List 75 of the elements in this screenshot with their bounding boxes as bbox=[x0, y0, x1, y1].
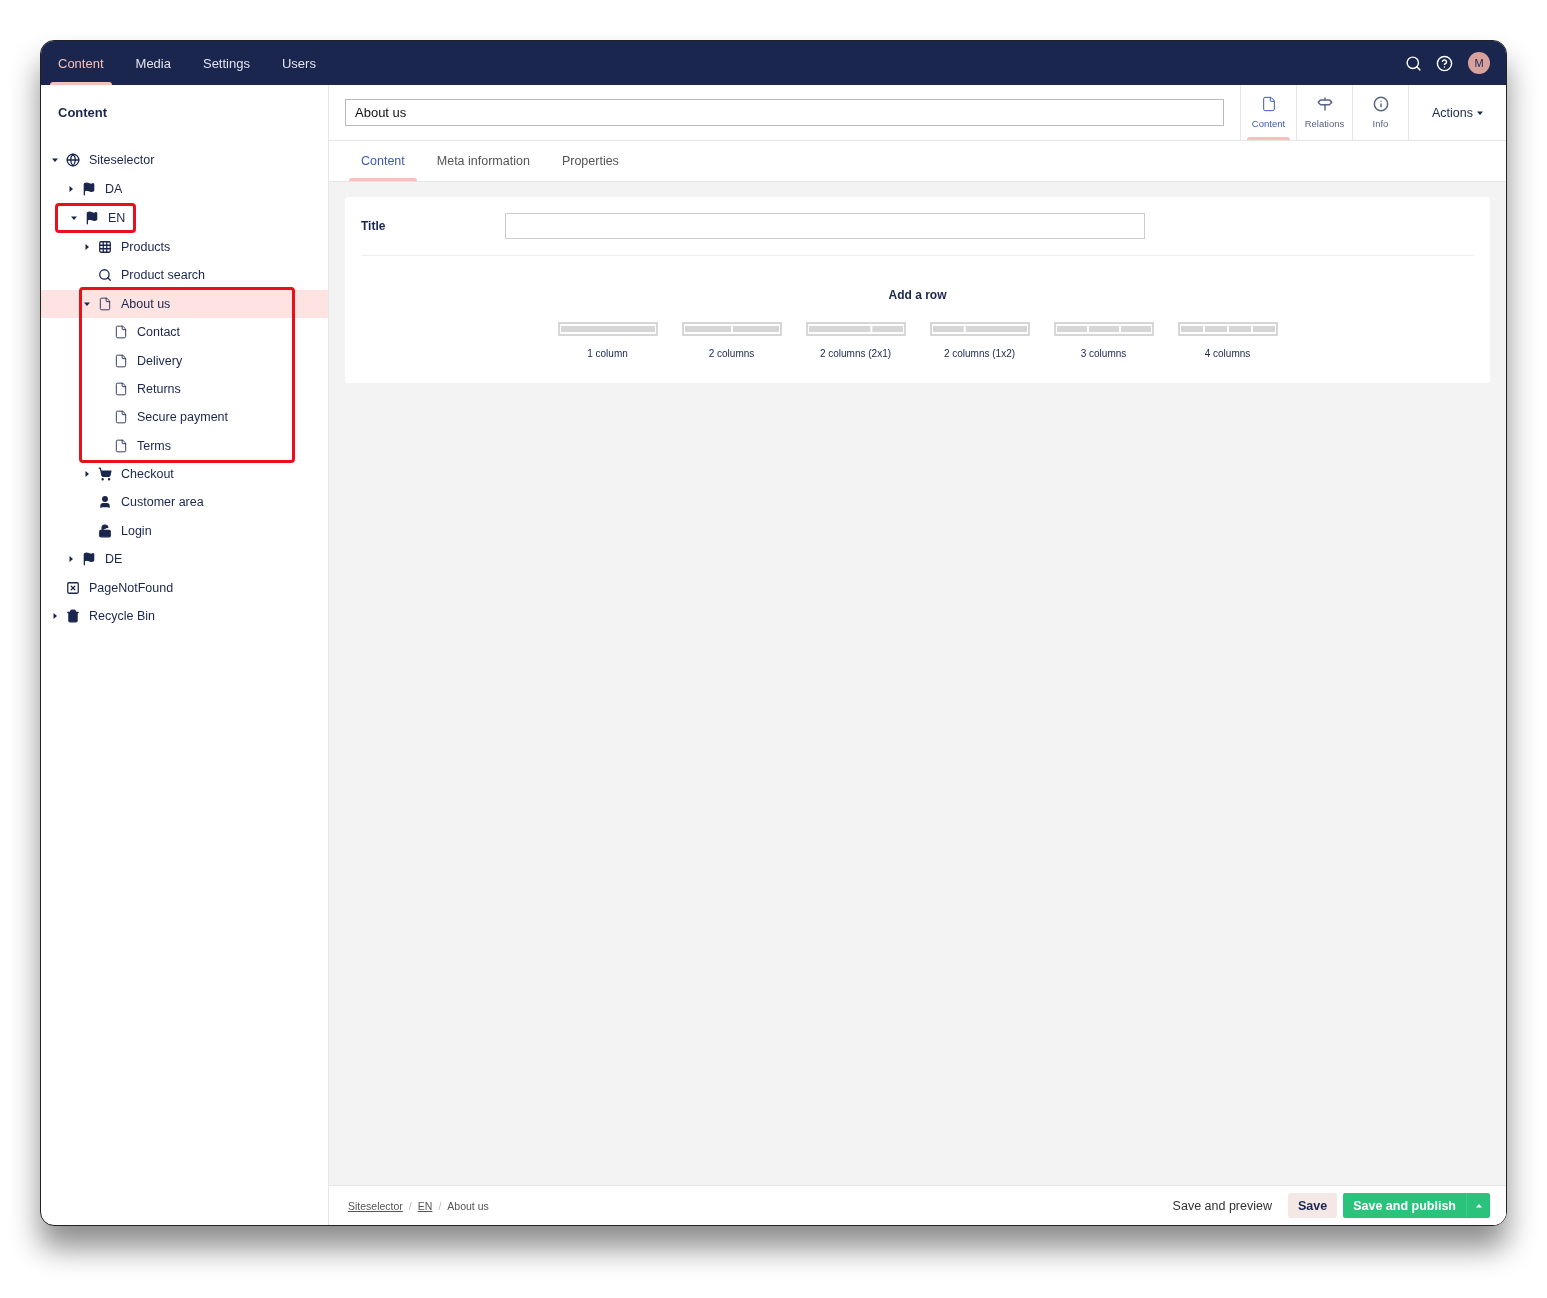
signpost-icon bbox=[1316, 96, 1333, 112]
caret-icon[interactable] bbox=[84, 243, 90, 250]
tree-item[interactable]: Products bbox=[41, 232, 328, 262]
trash-icon bbox=[66, 609, 80, 624]
nav-tab[interactable]: Media bbox=[119, 41, 187, 85]
document-icon bbox=[114, 438, 128, 453]
flag-icon bbox=[82, 181, 96, 196]
caret-icon[interactable] bbox=[52, 613, 58, 620]
breadcrumb-separator: / bbox=[438, 1199, 442, 1212]
save-button[interactable]: Save bbox=[1288, 1193, 1338, 1218]
caret-icon[interactable] bbox=[68, 185, 74, 192]
nav-tab[interactable]: Content bbox=[42, 41, 120, 85]
add-row-title: Add a row bbox=[887, 288, 948, 302]
tree-item[interactable]: PageNotFound bbox=[41, 573, 328, 602]
name-field[interactable]: About us bbox=[345, 99, 1224, 126]
tree-item[interactable]: Contact bbox=[41, 317, 328, 347]
caret-icon[interactable] bbox=[52, 157, 58, 164]
caret-icon[interactable] bbox=[84, 300, 90, 307]
caret-icon[interactable] bbox=[1477, 109, 1483, 116]
tab[interactable]: Meta information bbox=[424, 141, 542, 181]
row-layout-option[interactable]: 1 column bbox=[557, 322, 658, 359]
tree-item[interactable]: Login bbox=[41, 516, 328, 546]
tree-item[interactable]: Terms bbox=[41, 431, 328, 460]
row-layout-option[interactable]: 2 columns (2x1) bbox=[805, 322, 906, 359]
document-icon bbox=[114, 325, 128, 340]
nav-tab[interactable]: Settings bbox=[186, 41, 266, 85]
row-layout-option[interactable]: 3 columns bbox=[1053, 322, 1154, 359]
caret-icon bbox=[1475, 1202, 1482, 1209]
row-layout-option[interactable]: 2 columns (1x2) bbox=[929, 322, 1030, 359]
document-icon bbox=[114, 381, 128, 396]
save-preview-button[interactable]: Save and preview bbox=[1162, 1193, 1282, 1218]
caret-icon[interactable] bbox=[71, 214, 77, 221]
grid-icon bbox=[98, 239, 112, 254]
tab[interactable]: Properties bbox=[549, 141, 631, 181]
tree-item[interactable]: Checkout bbox=[41, 459, 328, 489]
info-icon bbox=[1372, 96, 1389, 112]
document-icon bbox=[1260, 96, 1277, 112]
breadcrumb-text: About us bbox=[447, 1199, 489, 1212]
tree-item[interactable]: Secure payment bbox=[41, 403, 328, 432]
tree-item[interactable]: Returns bbox=[41, 374, 328, 404]
flag-icon bbox=[82, 552, 96, 567]
field-label: Title bbox=[361, 219, 387, 233]
help-icon[interactable] bbox=[1436, 54, 1453, 72]
tree-item[interactable]: EN bbox=[58, 205, 134, 230]
document-icon bbox=[98, 296, 112, 311]
user-avatar[interactable]: M bbox=[1468, 52, 1490, 74]
globe-icon bbox=[66, 153, 80, 168]
search-icon[interactable] bbox=[1405, 54, 1422, 72]
unlocked-padlock-icon bbox=[98, 523, 112, 538]
tree-item[interactable]: Product search bbox=[41, 261, 328, 290]
tree-item[interactable]: Siteselector bbox=[41, 146, 328, 175]
title-field[interactable] bbox=[505, 213, 1145, 239]
caret-icon[interactable] bbox=[68, 556, 74, 563]
sidebar-title: Content bbox=[57, 105, 109, 120]
document-icon bbox=[114, 353, 128, 368]
tree-item[interactable]: Customer area bbox=[41, 488, 328, 517]
caret-icon[interactable] bbox=[84, 471, 90, 478]
window-x-icon bbox=[66, 580, 80, 595]
row-layout-option[interactable]: 2 columns bbox=[681, 322, 782, 359]
nav-tab[interactable]: Users bbox=[265, 41, 332, 85]
tree-item[interactable]: DA bbox=[41, 174, 328, 203]
flag-icon bbox=[85, 210, 99, 225]
breadcrumb-link[interactable]: EN bbox=[417, 1199, 433, 1212]
user-icon bbox=[98, 495, 112, 510]
tree-item[interactable]: DE bbox=[41, 545, 328, 574]
document-icon bbox=[114, 410, 128, 425]
breadcrumb-link[interactable]: Siteselector bbox=[348, 1199, 403, 1212]
tree-item[interactable]: About us bbox=[41, 289, 328, 318]
row-layout-option[interactable]: 4 columns bbox=[1177, 322, 1278, 359]
tree-item[interactable]: Delivery bbox=[41, 346, 328, 375]
tab[interactable]: Content bbox=[349, 141, 417, 181]
breadcrumb-separator: / bbox=[408, 1199, 412, 1212]
cart-icon bbox=[98, 467, 112, 482]
search-icon bbox=[98, 268, 112, 283]
tree-item[interactable]: Recycle Bin bbox=[41, 601, 328, 631]
